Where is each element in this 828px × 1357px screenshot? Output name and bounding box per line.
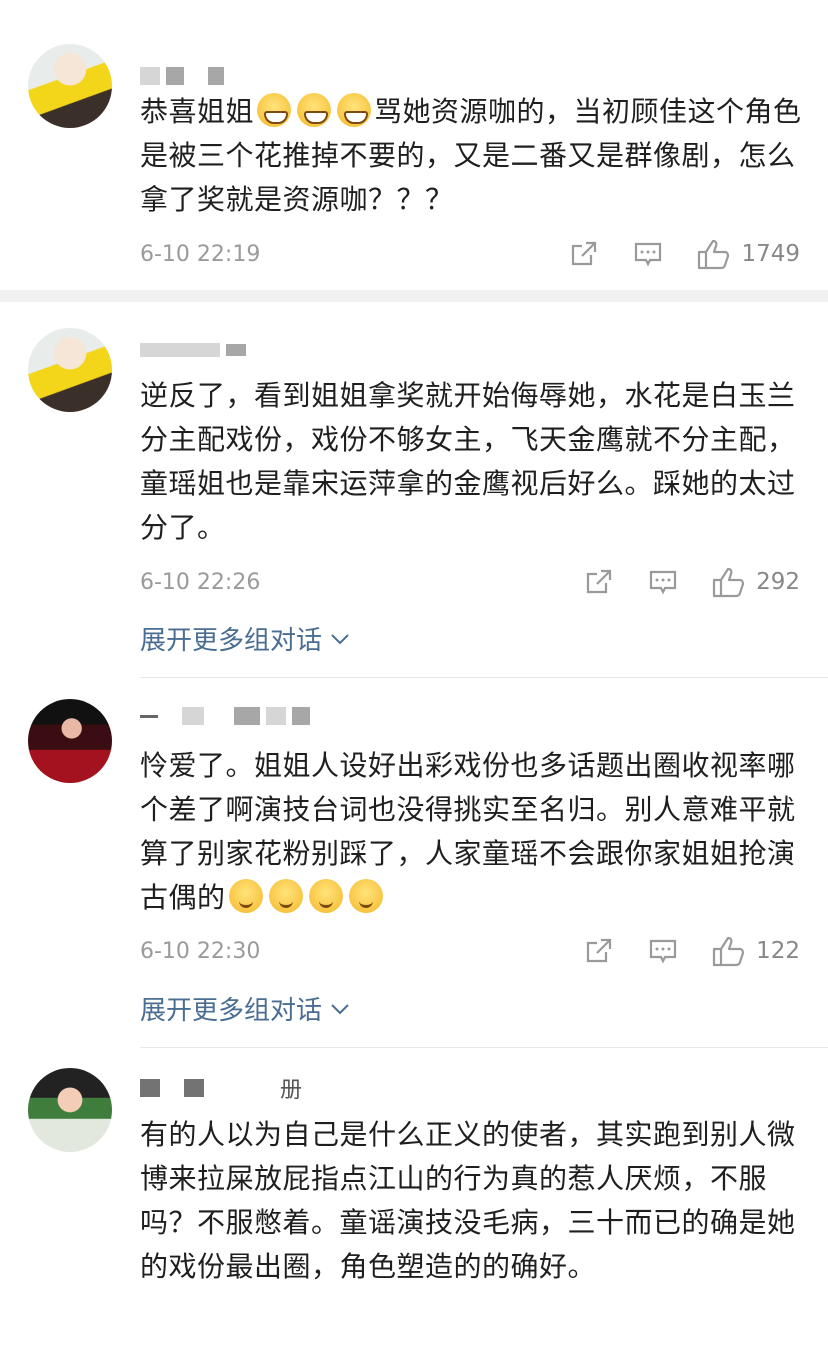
grin-emoji-icon — [297, 93, 332, 127]
username[interactable] — [140, 340, 246, 360]
expand-conversation-link[interactable]: 展开更多组对话 — [140, 990, 350, 1027]
like-count: 1749 — [741, 241, 800, 267]
avatar[interactable] — [28, 44, 112, 128]
blush-emoji-icon — [348, 879, 383, 913]
comment-text: 怜爱了。姐姐人设好出彩戏份也多话题出圈收视率哪个差了啊演技台词也没得挑实至名归。… — [140, 744, 804, 920]
comment-meta: 6-10 22:26 292 — [140, 566, 800, 598]
timestamp: 6-10 22:19 — [140, 241, 261, 267]
like-count: 122 — [756, 938, 800, 964]
comment-meta: 6-10 22:19 1749 — [140, 238, 800, 270]
share-icon[interactable] — [569, 239, 599, 269]
expand-conversation-link[interactable]: 展开更多组对话 — [140, 620, 350, 657]
expand-label: 展开更多组对话 — [140, 996, 323, 1026]
grin-emoji-icon — [257, 93, 292, 127]
comment-text-before: 恭喜姐姐 — [140, 95, 255, 128]
like-count: 292 — [756, 569, 800, 595]
grin-emoji-icon — [337, 93, 372, 127]
username[interactable] — [140, 66, 224, 86]
divider — [140, 677, 828, 678]
comment-text: 恭喜姐姐 骂她资源咖的，当初顾佳这个角色是被三个花推掉不要的，又是二番又是群像剧，… — [140, 90, 804, 222]
blush-emoji-icon — [228, 879, 263, 913]
chevron-down-icon — [331, 1003, 349, 1014]
expand-label: 展开更多组对话 — [140, 626, 323, 656]
thumbs-up-icon — [712, 567, 745, 598]
avatar[interactable] — [28, 699, 112, 783]
timestamp: 6-10 22:26 — [140, 569, 261, 595]
timestamp: 6-10 22:30 — [140, 938, 261, 964]
divider — [140, 1047, 828, 1048]
like-button[interactable]: 292 — [712, 566, 800, 598]
section-divider — [0, 290, 828, 302]
thumbs-up-icon — [712, 936, 745, 967]
chevron-down-icon — [331, 633, 349, 644]
blush-emoji-icon — [268, 879, 303, 913]
comment-meta: 6-10 22:30 122 — [140, 935, 800, 967]
avatar[interactable] — [28, 328, 112, 412]
like-button[interactable]: 1749 — [697, 238, 800, 270]
comment-icon[interactable] — [633, 239, 663, 269]
share-icon[interactable] — [584, 567, 614, 597]
like-button[interactable]: 122 — [712, 935, 800, 967]
comment-icon[interactable] — [648, 567, 678, 597]
avatar[interactable] — [28, 1068, 112, 1152]
username-text: 册 — [280, 1078, 303, 1103]
comment-icon[interactable] — [648, 936, 678, 966]
share-icon[interactable] — [584, 936, 614, 966]
username[interactable] — [140, 706, 310, 726]
blush-emoji-icon — [308, 879, 343, 913]
thumbs-up-icon — [698, 239, 730, 270]
comment-text: 有的人以为自己是什么正义的使者，其实跑到别人微博来拉屎放屁指点江山的行为真的惹人… — [140, 1118, 796, 1283]
username[interactable]: 册 — [140, 1078, 302, 1103]
comment-text: 逆反了，看到姐姐拿奖就开始侮辱她，水花是白玉兰分主配戏份，戏份不够女主，飞天金鹰… — [140, 379, 796, 544]
